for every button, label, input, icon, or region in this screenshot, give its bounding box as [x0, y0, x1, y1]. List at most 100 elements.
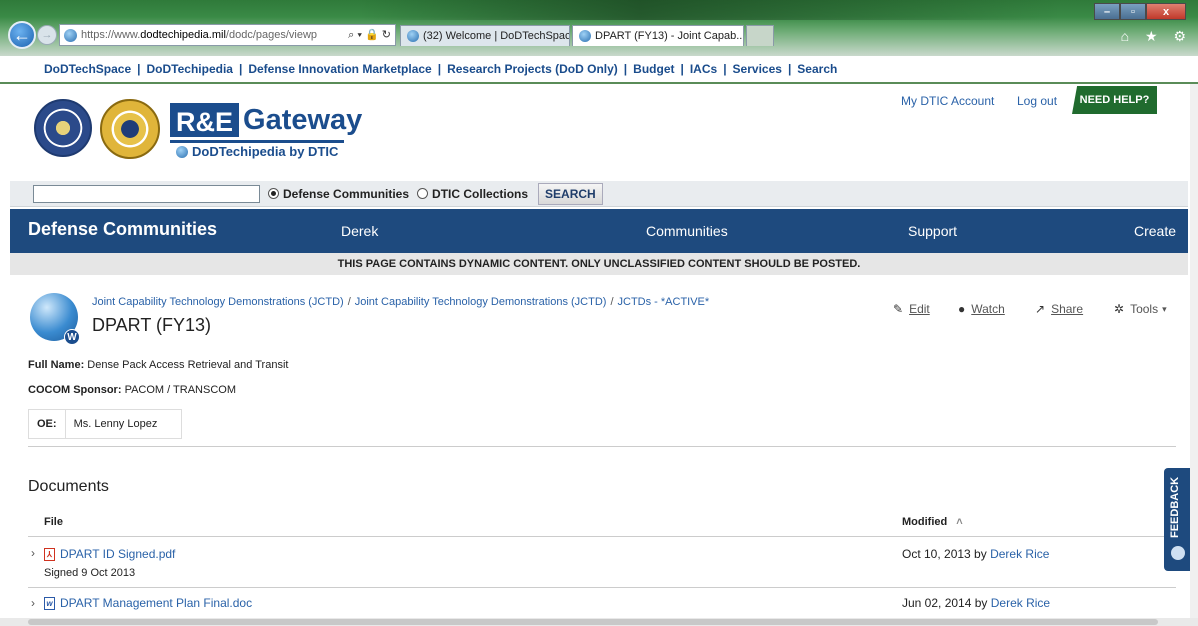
- divider: [28, 587, 1176, 588]
- feedback-tab[interactable]: FEEDBACK: [1164, 468, 1192, 571]
- address-bar[interactable]: https://www. dodtechipedia.mil/dodc/pages…: [59, 24, 396, 46]
- wiki-badge: W: [64, 329, 80, 345]
- nav-item-derek[interactable]: Derek: [341, 223, 378, 239]
- modified-user-link[interactable]: Derek Rice: [990, 547, 1049, 561]
- share-icon: ↗: [1035, 302, 1046, 316]
- link-research-projects[interactable]: Research Projects (DoD Only): [447, 62, 618, 76]
- radio-dtic-collections-label[interactable]: DTIC Collections: [432, 187, 528, 201]
- breadcrumb-item[interactable]: Joint Capability Technology Demonstratio…: [92, 296, 344, 308]
- address-bar-icons[interactable]: ⌕ ▾ 🔒 ↻: [348, 28, 391, 42]
- cocom-label: COCOM Sponsor:: [28, 384, 122, 396]
- word-icon: w: [44, 597, 55, 610]
- edit-label: Edit: [909, 302, 930, 316]
- link-innovation-marketplace[interactable]: Defense Innovation Marketplace: [248, 62, 431, 76]
- re-gateway-logo[interactable]: R&E Gateway: [170, 103, 362, 137]
- divider: [28, 446, 1176, 447]
- ie-icon: [579, 30, 591, 42]
- link-separator: |: [723, 62, 727, 76]
- full-name-value: Dense Pack Access Retrieval and Transit: [87, 359, 289, 371]
- window-controls: – ▫ x: [1094, 3, 1186, 20]
- vertical-scrollbar[interactable]: [1190, 84, 1198, 626]
- breadcrumb-item[interactable]: JCTDs - *ACTIVE*: [618, 296, 710, 308]
- chevron-down-icon: ▾: [1162, 303, 1167, 314]
- link-separator: |: [623, 62, 628, 76]
- modified-label: Modified: [902, 516, 948, 528]
- oe-field: OE: Ms. Lenny Lopez: [28, 409, 182, 439]
- column-header-modified[interactable]: Modified ˄: [902, 516, 963, 528]
- column-header-file[interactable]: File: [44, 516, 63, 528]
- tools-label: Tools: [1130, 302, 1159, 316]
- document-link[interactable]: DPART ID Signed.pdf: [60, 547, 175, 561]
- link-dodtechipedia[interactable]: DoDTechipedia: [147, 62, 233, 76]
- wiki-page-icon: W: [30, 293, 80, 345]
- search-input[interactable]: [33, 184, 260, 203]
- search-button[interactable]: SEARCH: [538, 182, 603, 205]
- breadcrumb-item[interactable]: Joint Capability Technology Demonstratio…: [355, 296, 607, 308]
- horizontal-scrollbar[interactable]: [0, 618, 1198, 626]
- link-dodtechspace[interactable]: DoDTechSpace: [44, 62, 131, 76]
- maximize-button[interactable]: ▫: [1120, 3, 1146, 20]
- gear-icon: ✲: [1114, 302, 1125, 316]
- close-window-button[interactable]: x: [1146, 3, 1186, 20]
- my-dtic-account-link[interactable]: My DTIC Account: [901, 94, 994, 108]
- tools-menu-button[interactable]: ✲ Tools ▾: [1114, 302, 1167, 316]
- pencil-icon: ✎: [893, 302, 904, 316]
- url-path: /dodc/pages/viewp: [225, 29, 318, 41]
- edit-button[interactable]: ✎ Edit: [893, 302, 930, 316]
- dodtechipedia-logo[interactable]: DoDTechipedia by DTIC: [170, 140, 344, 160]
- share-label: Share: [1051, 302, 1084, 316]
- oe-label: OE:: [29, 410, 66, 438]
- modified-user-link[interactable]: Derek Rice: [991, 596, 1050, 610]
- link-separator: |: [787, 62, 792, 76]
- nav-item-create[interactable]: Create: [1134, 223, 1176, 239]
- full-name-label: Full Name:: [28, 359, 85, 371]
- browser-chrome: – ▫ x ← → https://www. dodtechipedia.mil /…: [0, 0, 1198, 56]
- document-modified: Jun 02, 2014 by Derek Rice: [902, 596, 1050, 610]
- logo-re-text: R&E: [170, 103, 240, 137]
- modified-date: Oct 10, 2013 by: [902, 547, 987, 561]
- link-separator: |: [680, 62, 684, 76]
- watch-label: Watch: [971, 302, 1005, 316]
- new-tab-button[interactable]: [746, 25, 774, 46]
- url-host: dodtechipedia.mil: [140, 29, 226, 41]
- logo-sub-text: DoDTechipedia by DTIC: [192, 144, 339, 159]
- minimize-button[interactable]: –: [1094, 3, 1120, 20]
- back-button[interactable]: ←: [8, 21, 36, 49]
- document-description: Signed 9 Oct 2013: [44, 567, 136, 579]
- content-notice-banner: THIS PAGE CONTAINS DYNAMIC CONTENT. ONLY…: [10, 253, 1188, 275]
- radio-defense-communities-label[interactable]: Defense Communities: [283, 187, 409, 201]
- ie-icon: [176, 145, 188, 158]
- watch-button[interactable]: ● Watch: [958, 302, 1005, 316]
- share-button[interactable]: ↗ Share: [1035, 302, 1083, 316]
- logout-link[interactable]: Log out: [1017, 94, 1057, 108]
- link-iacs[interactable]: IACs: [690, 62, 717, 76]
- dtic-seal-icon: [100, 99, 160, 159]
- documents-heading: Documents: [28, 478, 109, 495]
- site-favicon-icon: [64, 28, 77, 42]
- tab-dpart[interactable]: DPART (FY13) - Joint Capab... ×: [572, 25, 744, 46]
- link-search[interactable]: Search: [797, 62, 837, 76]
- expand-row-icon[interactable]: ›: [31, 546, 35, 560]
- radio-defense-communities[interactable]: [268, 188, 279, 199]
- nav-item-communities[interactable]: Communities: [646, 223, 728, 239]
- document-link[interactable]: DPART Management Plan Final.doc: [60, 596, 252, 610]
- nav-item-support[interactable]: Support: [908, 223, 957, 239]
- browser-toolbar-icons[interactable]: ⌂ ★ ⚙: [1121, 28, 1192, 45]
- scrollbar-thumb[interactable]: [28, 619, 1158, 625]
- logo-gateway-text: Gateway: [243, 103, 363, 136]
- oe-value: Ms. Lenny Lopez: [73, 418, 158, 430]
- link-budget[interactable]: Budget: [633, 62, 674, 76]
- tab-label: (32) Welcome | DoDTechSpace: [423, 30, 570, 42]
- breadcrumb-separator: /: [610, 296, 614, 308]
- forward-button[interactable]: →: [37, 25, 57, 45]
- nav-brand[interactable]: Defense Communities: [28, 219, 217, 240]
- tab-label: DPART (FY13) - Joint Capab...: [595, 30, 744, 42]
- expand-row-icon[interactable]: ›: [31, 596, 35, 610]
- main-nav: Defense Communities Derek Communities Su…: [10, 209, 1188, 253]
- radio-dtic-collections[interactable]: [417, 188, 429, 199]
- link-services[interactable]: Services: [733, 62, 782, 76]
- divider: [28, 536, 1176, 537]
- need-help-button[interactable]: NEED HELP?: [1072, 86, 1157, 114]
- tab-welcome[interactable]: (32) Welcome | DoDTechSpace: [400, 25, 570, 46]
- document-modified: Oct 10, 2013 by Derek Rice: [902, 547, 1049, 561]
